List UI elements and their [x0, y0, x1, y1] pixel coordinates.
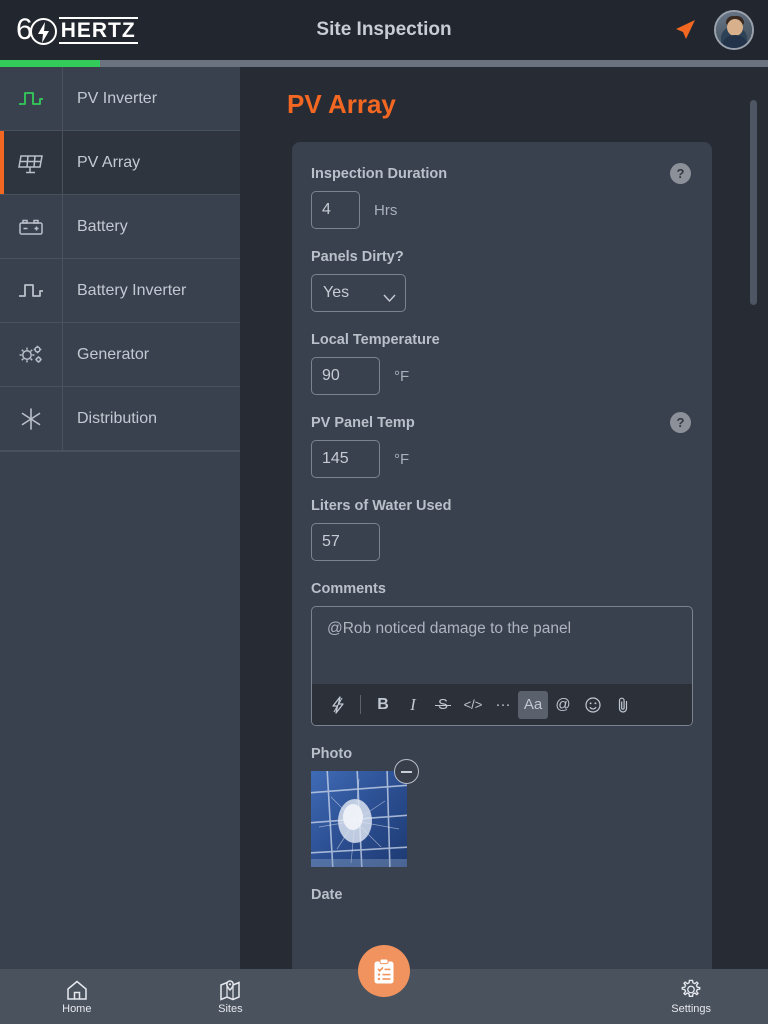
sidebar-item-label: Distribution — [77, 409, 158, 427]
solar-panel-icon — [0, 131, 63, 194]
square-wave-icon — [0, 67, 63, 130]
sidebar-item-battery-inverter[interactable]: Battery Inverter — [0, 259, 240, 323]
comment-editor: @Rob noticed damage to the panel BIS</>·… — [311, 606, 693, 726]
field-date: Date — [311, 887, 693, 903]
select-panels-dirty[interactable]: Yes — [311, 274, 406, 312]
comment-format-toolbar: BIS</>···Aa@ — [312, 684, 692, 725]
sidebar-item-generator[interactable]: Generator — [0, 323, 240, 387]
field-photo: Photo — [311, 746, 693, 867]
bold-icon[interactable]: B — [368, 691, 398, 719]
inspection-form-card: Inspection Duration ? Hrs Panels Dirty? … — [292, 142, 712, 969]
label-inspection-duration: Inspection Duration — [311, 166, 448, 182]
input-liters-of-water[interactable] — [311, 523, 380, 561]
bottom-nav-settings-label: Settings — [671, 1003, 712, 1015]
navigation-arrow-icon[interactable] — [672, 17, 698, 43]
bottom-navigation: Home Sites Settings — [0, 945, 768, 1024]
field-comments: Comments @Rob noticed damage to the pane… — [311, 581, 693, 726]
sidebar-item-battery[interactable]: Battery — [0, 195, 240, 259]
sidebar-empty-area — [0, 451, 240, 452]
asterisk-icon — [0, 387, 63, 450]
logo-bolt-icon — [29, 18, 57, 45]
more-options-icon[interactable]: ··· — [488, 691, 518, 719]
field-local-temperature: Local Temperature °F — [311, 332, 693, 395]
mention-icon[interactable]: @ — [548, 691, 578, 719]
bottom-nav-settings[interactable]: Settings — [614, 978, 768, 1015]
home-icon — [67, 980, 87, 1000]
label-pv-panel-temp: PV Panel Temp — [311, 415, 415, 431]
input-local-temperature[interactable] — [311, 357, 380, 395]
bottom-nav-sites[interactable]: Sites — [154, 979, 308, 1015]
content-scrollbar[interactable] — [750, 100, 757, 305]
app-root: 6 HERTZ Site Inspection PV Inverter PV Ar… — [0, 0, 768, 1024]
italic-icon[interactable]: I — [398, 691, 428, 719]
photo-thumbnail[interactable] — [311, 759, 419, 867]
help-icon-pv-panel-temp[interactable]: ? — [670, 412, 691, 433]
emoji-icon[interactable] — [578, 691, 608, 719]
page-title: PV Array — [287, 89, 396, 119]
select-panels-dirty-value: Yes — [323, 284, 350, 301]
main-content: PV Array Inspection Duration ? Hrs Panel… — [240, 67, 768, 969]
text-format-icon[interactable]: Aa — [518, 690, 548, 719]
inspection-progress-bar — [0, 60, 768, 67]
unit-pv-panel-temp: °F — [394, 450, 410, 468]
progress-fill — [0, 60, 100, 67]
sidebar-item-pv-array[interactable]: PV Array — [0, 131, 240, 195]
label-liters-of-water: Liters of Water Used — [311, 498, 452, 514]
avatar[interactable] — [714, 10, 754, 50]
map-pin-icon — [220, 979, 241, 1001]
gear-icon — [681, 979, 701, 997]
lightning-icon[interactable] — [323, 691, 353, 719]
minus-circle-icon[interactable] — [394, 759, 419, 784]
toolbar-divider — [360, 695, 361, 714]
brand-logo: 6 HERTZ — [16, 15, 138, 45]
sidebar-item-label: PV Array — [77, 153, 141, 171]
strikethrough-icon[interactable]: S — [428, 691, 458, 719]
logo-wordmark: HERTZ — [58, 17, 138, 44]
field-pv-panel-temp: PV Panel Temp ? °F — [311, 412, 693, 478]
equipment-sidebar: PV Inverter PV Array Battery Battery Invert… — [0, 67, 240, 969]
battery-icon — [0, 195, 63, 258]
sidebar-item-pv-inverter[interactable]: PV Inverter — [0, 67, 240, 131]
code-icon[interactable]: </> — [458, 691, 488, 719]
clipboard-checklist-icon — [374, 958, 394, 983]
label-photo: Photo — [311, 746, 353, 762]
active-indicator — [0, 131, 4, 194]
sidebar-item-label: Battery Inverter — [77, 281, 187, 299]
label-local-temperature: Local Temperature — [311, 332, 440, 348]
sidebar-item-distribution[interactable]: Distribution — [0, 387, 240, 451]
label-comments: Comments — [311, 581, 386, 597]
comment-textarea[interactable]: @Rob noticed damage to the panel — [312, 607, 692, 684]
field-inspection-duration: Inspection Duration ? Hrs — [311, 163, 693, 229]
label-panels-dirty: Panels Dirty? — [311, 249, 404, 265]
chevron-down-icon — [383, 289, 396, 303]
square-wave-icon — [0, 259, 63, 322]
bottom-nav-sites-label: Sites — [218, 1002, 243, 1015]
input-inspection-duration[interactable] — [311, 191, 360, 229]
app-header: 6 HERTZ Site Inspection — [0, 0, 768, 60]
bottom-nav-home[interactable]: Home — [0, 979, 154, 1015]
help-icon-inspection-duration[interactable]: ? — [670, 163, 691, 184]
bottom-nav-home-label: Home — [62, 1002, 92, 1015]
unit-local-temperature: °F — [394, 367, 410, 385]
gears-icon — [0, 323, 63, 386]
sidebar-item-label: Battery — [77, 217, 128, 235]
attachment-icon[interactable] — [608, 691, 638, 719]
new-inspection-fab[interactable] — [358, 945, 410, 997]
sidebar-item-label: Generator — [77, 345, 150, 363]
sidebar-item-label: PV Inverter — [77, 89, 158, 107]
unit-inspection-duration: Hrs — [374, 201, 398, 219]
header-actions — [672, 10, 754, 50]
photo-image-damaged-panel — [311, 771, 407, 867]
field-liters-of-water: Liters of Water Used — [311, 498, 693, 561]
label-date: Date — [311, 887, 343, 903]
field-panels-dirty: Panels Dirty? Yes — [311, 249, 693, 312]
input-pv-panel-temp[interactable] — [311, 440, 380, 478]
